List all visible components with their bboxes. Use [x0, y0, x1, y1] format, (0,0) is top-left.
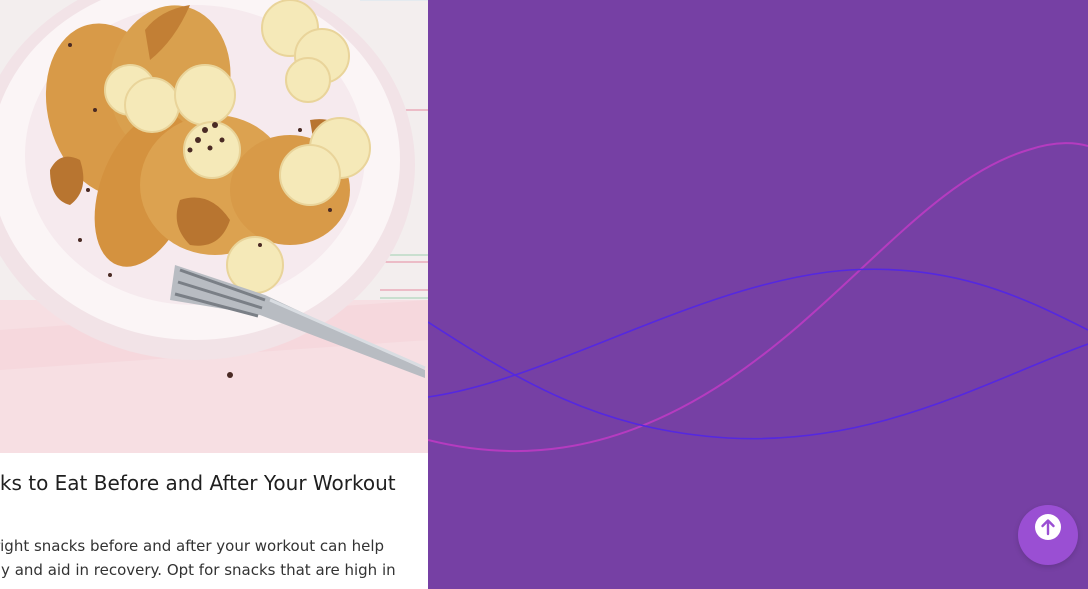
page: hy Snacks to Eat Before and After Your W… — [0, 0, 1088, 589]
article-excerpt: right snacks before and after your worko… — [0, 534, 414, 582]
article-image[interactable] — [0, 0, 428, 453]
pancake-plate-photo — [0, 0, 428, 453]
wave-lines-decoration — [428, 142, 1088, 453]
article-excerpt-line-2: ody and aid in recovery. Opt for snacks … — [0, 561, 396, 579]
scroll-to-top-button[interactable] — [1018, 505, 1078, 565]
article-card[interactable]: hy Snacks to Eat Before and After Your W… — [0, 0, 428, 589]
article-excerpt-line-1: right snacks before and after your worko… — [0, 537, 385, 555]
decorative-panel — [428, 0, 1088, 589]
article-title[interactable]: hy Snacks to Eat Before and After Your W… — [0, 471, 428, 495]
arrow-up-circle-icon — [1035, 514, 1061, 540]
